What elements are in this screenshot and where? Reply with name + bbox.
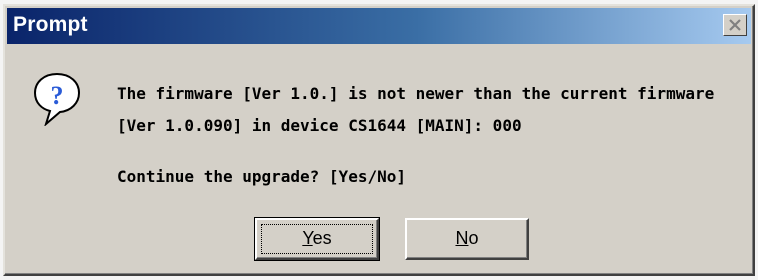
yes-button[interactable]: Yes (254, 217, 380, 261)
dialog-title: Prompt (13, 13, 88, 36)
prompt-dialog: Prompt ? The firmware [Ver 1.0.] is not … (3, 4, 755, 276)
yes-label-rest: es (312, 228, 332, 248)
close-button[interactable] (723, 14, 747, 36)
no-button-label: No (455, 228, 478, 248)
yes-button-label: Yes (302, 228, 331, 248)
no-label-rest: o (468, 228, 479, 248)
title-bar[interactable]: Prompt (7, 8, 751, 44)
message-line-2: [Ver 1.0.090] in device CS1644 [MAIN]: 0… (117, 116, 522, 135)
yes-mnemonic: Y (302, 228, 313, 248)
message-line-1: The firmware [Ver 1.0.] is not newer tha… (117, 84, 715, 103)
question-icon: ? (33, 72, 81, 126)
no-mnemonic: N (455, 228, 469, 248)
close-icon (729, 19, 741, 31)
no-button[interactable]: No (405, 218, 529, 260)
question-text: Continue the upgrade? [Yes/No] (117, 167, 406, 186)
svg-text:?: ? (51, 81, 64, 110)
